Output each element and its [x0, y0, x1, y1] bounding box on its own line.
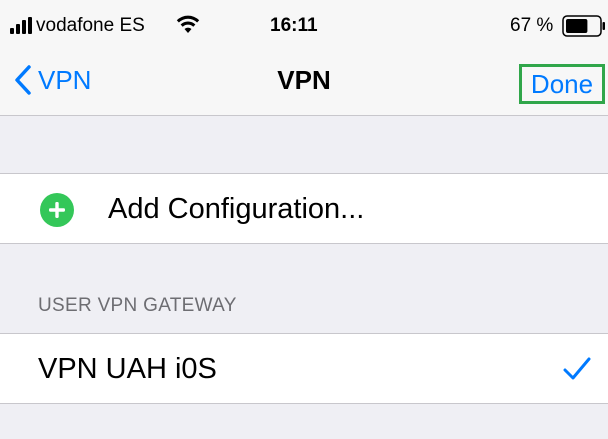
back-label: VPN	[38, 65, 92, 95]
section-header: USER VPN GATEWAY	[38, 295, 237, 316]
plus-circle-icon	[40, 193, 74, 227]
navigation-bar: VPN VPN Done	[0, 44, 608, 116]
status-bar: vodafone ES 16:11 67 %	[0, 0, 608, 44]
done-button[interactable]: Done	[519, 64, 605, 104]
checkmark-icon	[563, 357, 591, 380]
add-configuration-row[interactable]: Add Configuration...	[0, 173, 608, 244]
chevron-left-icon	[15, 65, 31, 95]
battery-percentage: 67 %	[510, 15, 554, 36]
battery-icon	[562, 15, 605, 37]
back-button[interactable]: VPN	[14, 44, 91, 116]
list-item[interactable]: VPN UAH i0S	[0, 333, 608, 404]
add-configuration-label: Add Configuration...	[108, 193, 365, 225]
carrier-name: vodafone ES	[36, 15, 145, 36]
vpn-configuration-label: VPN UAH i0S	[38, 353, 217, 385]
status-time: 16:11	[270, 15, 318, 36]
signal-bars-icon	[10, 17, 32, 34]
wifi-icon	[176, 15, 200, 33]
